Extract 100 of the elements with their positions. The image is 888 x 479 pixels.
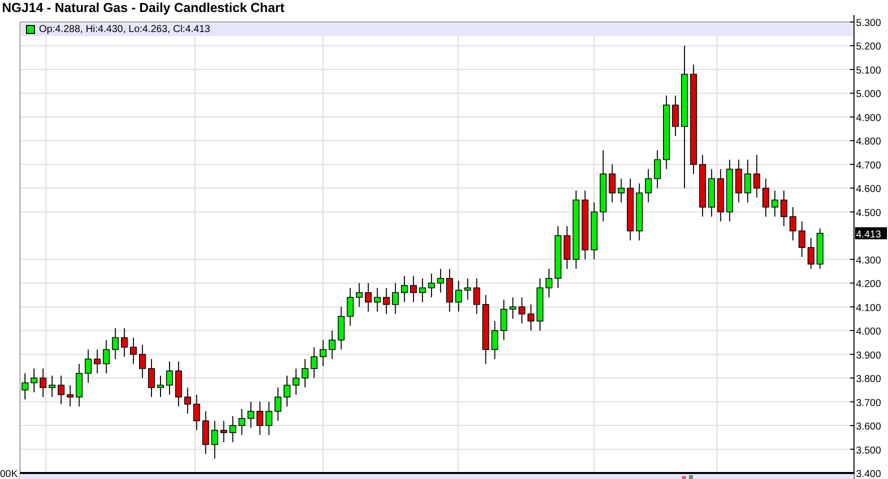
candlestick xyxy=(546,268,552,298)
candlestick xyxy=(672,95,679,136)
candlestick xyxy=(636,182,643,241)
axis-label: 4.600 xyxy=(856,184,882,196)
axis-label: 4.300 xyxy=(856,255,882,266)
axis-label: 3.800 xyxy=(856,374,882,386)
candlestick xyxy=(166,360,173,396)
volume-bar xyxy=(682,476,686,479)
candlestick xyxy=(590,202,598,260)
axis-label: 4.000 xyxy=(856,326,882,338)
candlestick xyxy=(356,282,363,308)
candlestick xyxy=(364,282,372,312)
candlestick xyxy=(618,178,625,203)
candlestick xyxy=(437,268,444,294)
candlestick xyxy=(392,282,399,314)
candlestick xyxy=(338,306,345,350)
candlestick xyxy=(509,296,516,320)
candlestick xyxy=(40,368,46,398)
candlestick xyxy=(139,344,146,379)
candlestick xyxy=(120,328,128,358)
candlestick xyxy=(30,368,38,393)
candlestick xyxy=(626,178,634,241)
candlestick xyxy=(401,275,408,303)
candlestick xyxy=(455,280,462,312)
candlestick xyxy=(528,304,534,332)
candlestick xyxy=(744,159,752,203)
candlestick xyxy=(266,401,272,436)
candlestick xyxy=(238,408,246,436)
candlestick xyxy=(771,190,778,218)
candlestick xyxy=(464,278,472,300)
candlestick xyxy=(94,349,101,374)
candlestick xyxy=(175,360,182,408)
axis-label: 4.500 xyxy=(856,208,882,219)
candlestick xyxy=(654,150,661,189)
candlestick xyxy=(708,168,715,218)
candlestick xyxy=(58,375,65,405)
candlestick xyxy=(220,420,228,443)
axis-label: 3.600 xyxy=(856,422,882,433)
candlestick xyxy=(410,275,417,303)
volume-bar xyxy=(689,475,693,479)
candlestick xyxy=(256,401,264,436)
axis-label: 00K xyxy=(0,469,18,479)
legend-text: Op:4.288, Hi:4.430, Lo:4.263, Cl:4.413 xyxy=(39,24,210,36)
axis-label: 4.800 xyxy=(856,136,882,148)
candlestick xyxy=(284,375,290,408)
candlestick xyxy=(374,287,381,312)
candlestick xyxy=(717,168,724,222)
candlestick xyxy=(428,273,435,298)
candlestick xyxy=(193,394,200,431)
candlestick xyxy=(302,358,308,388)
candlestick xyxy=(76,363,83,408)
candlestick xyxy=(247,401,254,428)
axis-label: 3.400 xyxy=(856,469,882,479)
candlestick xyxy=(554,226,562,288)
candlestick xyxy=(274,387,282,422)
candlestick xyxy=(780,190,788,227)
candlestick xyxy=(148,358,155,398)
candlestick xyxy=(735,159,742,203)
candlestick xyxy=(753,154,760,198)
candlestick xyxy=(102,340,110,374)
candlestick xyxy=(491,320,498,360)
candlestick xyxy=(473,278,480,314)
legend-swatch-icon xyxy=(26,25,35,34)
candlestick xyxy=(500,299,508,341)
candlestick xyxy=(419,278,426,303)
axis-label: 5.100 xyxy=(856,65,882,76)
candlestick xyxy=(66,384,74,408)
candlestick xyxy=(582,190,589,260)
axis-label: 4.900 xyxy=(856,112,882,124)
candlestick xyxy=(726,159,734,222)
candlestick xyxy=(536,278,544,332)
candlestick xyxy=(482,294,490,364)
candlestick xyxy=(184,387,192,414)
candlestick xyxy=(112,328,119,360)
candlestick xyxy=(446,268,453,312)
candlestick xyxy=(644,168,652,203)
candlestick xyxy=(816,228,824,270)
candlestick xyxy=(310,346,318,379)
axis-label: 3.500 xyxy=(856,445,882,456)
candlestick xyxy=(292,368,300,396)
candlestick xyxy=(157,375,164,398)
candlestick xyxy=(211,420,218,460)
candlestick xyxy=(518,296,526,324)
candlestick xyxy=(790,206,796,241)
candlestick xyxy=(202,410,210,454)
candlestick xyxy=(798,220,806,258)
candlestick xyxy=(48,375,56,398)
candlestick xyxy=(229,416,236,443)
axis-label: 3.700 xyxy=(856,398,882,409)
axis-label: 4.100 xyxy=(856,302,882,314)
candlestick xyxy=(346,287,354,326)
candlestick xyxy=(762,178,770,218)
price-tag: 4.413 xyxy=(855,227,887,240)
candlestick xyxy=(130,337,137,364)
axis-label: 4.200 xyxy=(856,279,882,290)
axis-label: 5.200 xyxy=(856,42,882,53)
candlestick xyxy=(699,154,706,218)
axis-label: 5.000 xyxy=(856,89,882,100)
axis-label: 5.300 xyxy=(856,18,882,29)
candlestick xyxy=(84,349,92,384)
